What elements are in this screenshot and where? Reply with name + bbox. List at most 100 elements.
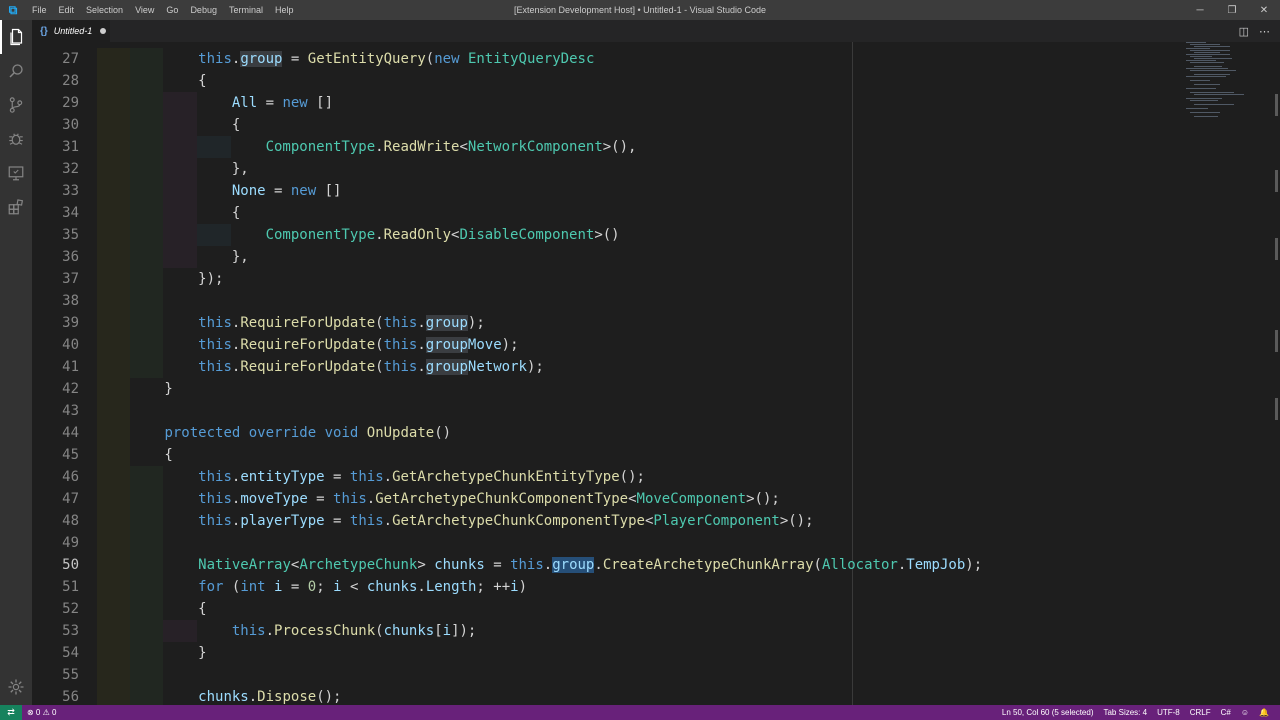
code-text[interactable]: {: [97, 202, 240, 224]
more-actions-icon[interactable]: ⋯: [1259, 25, 1270, 38]
code-line[interactable]: 34 {: [32, 202, 1192, 224]
code-text[interactable]: {: [97, 598, 206, 620]
code-text[interactable]: {: [97, 70, 206, 92]
code-text[interactable]: None = new []: [97, 180, 342, 202]
code-text[interactable]: this.RequireForUpdate(this.groupNetwork)…: [97, 356, 544, 378]
manage-button[interactable]: [0, 675, 32, 699]
code-line[interactable]: 43: [32, 400, 1192, 422]
code-text[interactable]: this.RequireForUpdate(this.group);: [97, 312, 485, 334]
code-text[interactable]: this.RequireForUpdate(this.groupMove);: [97, 334, 519, 356]
minimize-button[interactable]: ─: [1184, 0, 1216, 20]
line-number: 27: [62, 51, 79, 67]
split-editor-icon[interactable]: ◫: [1239, 25, 1249, 38]
code-text[interactable]: ComponentType.ReadOnly<DisableComponent>…: [97, 224, 620, 246]
line-number: 54: [62, 645, 79, 661]
menu-edit[interactable]: Edit: [53, 0, 81, 20]
code-line[interactable]: 46 this.entityType = this.GetArchetypeCh…: [32, 466, 1192, 488]
code-line[interactable]: 37 });: [32, 268, 1192, 290]
code-text[interactable]: },: [97, 246, 249, 268]
code-text[interactable]: [97, 664, 164, 686]
debug-button[interactable]: [0, 122, 32, 156]
code-line[interactable]: 48 this.playerType = this.GetArchetypeCh…: [32, 510, 1192, 532]
code-line[interactable]: 56 chunks.Dispose();: [32, 686, 1192, 705]
code-text[interactable]: All = new []: [97, 92, 333, 114]
code-text[interactable]: {: [97, 114, 240, 136]
code-text[interactable]: this.entityType = this.GetArchetypeChunk…: [97, 466, 645, 488]
code-text[interactable]: ComponentType.ReadWrite<NetworkComponent…: [97, 136, 637, 158]
code-text[interactable]: [97, 532, 164, 554]
unsaved-dot-icon[interactable]: [100, 28, 107, 34]
code-text[interactable]: }: [97, 378, 172, 400]
code-text[interactable]: },: [97, 158, 249, 180]
encoding[interactable]: UTF-8: [1152, 705, 1185, 720]
menu-debug[interactable]: Debug: [184, 0, 223, 20]
code-line[interactable]: 52 {: [32, 598, 1192, 620]
line-number: 49: [62, 535, 79, 551]
maximize-button[interactable]: ❐: [1216, 0, 1248, 20]
search-button[interactable]: [0, 54, 32, 88]
language-mode[interactable]: C#: [1216, 705, 1236, 720]
close-button[interactable]: ✕: [1248, 0, 1280, 20]
code-line[interactable]: 55: [32, 664, 1192, 686]
code-line[interactable]: 28 {: [32, 70, 1192, 92]
code-text[interactable]: this.ProcessChunk(chunks[i]);: [97, 620, 477, 642]
source-control-button[interactable]: [0, 88, 32, 122]
code-line[interactable]: 33 None = new []: [32, 180, 1192, 202]
remote-explorer-button[interactable]: [0, 156, 32, 190]
cursor-position[interactable]: Ln 50, Col 60 (5 selected): [997, 705, 1099, 720]
menu-view[interactable]: View: [129, 0, 160, 20]
code-text[interactable]: });: [97, 268, 223, 290]
code-text[interactable]: [97, 400, 164, 422]
code-line[interactable]: 38: [32, 290, 1192, 312]
code-line[interactable]: 29 All = new []: [32, 92, 1192, 114]
feedback-icon[interactable]: ☺: [1236, 705, 1254, 720]
code-line[interactable]: 51 for (int i = 0; i < chunks.Length; ++…: [32, 576, 1192, 598]
line-ending[interactable]: CRLF: [1185, 705, 1216, 720]
menu-help[interactable]: Help: [269, 0, 300, 20]
code-line[interactable]: 42 }: [32, 378, 1192, 400]
code-text[interactable]: [97, 290, 164, 312]
code-line[interactable]: 40 this.RequireForUpdate(this.groupMove)…: [32, 334, 1192, 356]
code-line[interactable]: 32 },: [32, 158, 1192, 180]
code-text[interactable]: NativeArray<ArchetypeChunk> chunks = thi…: [97, 554, 982, 576]
code-line[interactable]: 30 {: [32, 114, 1192, 136]
remote-indicator-icon[interactable]: ⇄: [0, 705, 22, 720]
code-text[interactable]: protected override void OnUpdate(): [97, 422, 451, 444]
code-editor[interactable]: 27 this.group = GetEntityQuery(new Entit…: [32, 42, 1280, 705]
code-line[interactable]: 50 NativeArray<ArchetypeChunk> chunks = …: [32, 554, 1192, 576]
code-line[interactable]: 35 ComponentType.ReadOnly<DisableCompone…: [32, 224, 1192, 246]
code-line[interactable]: 44 protected override void OnUpdate(): [32, 422, 1192, 444]
minimap-line: [1194, 52, 1220, 53]
code-text[interactable]: for (int i = 0; i < chunks.Length; ++i): [97, 576, 527, 598]
code-line[interactable]: 41 this.RequireForUpdate(this.groupNetwo…: [32, 356, 1192, 378]
line-number: 56: [62, 689, 79, 705]
code-line[interactable]: 53 this.ProcessChunk(chunks[i]);: [32, 620, 1192, 642]
code-line[interactable]: 54 }: [32, 642, 1192, 664]
tab-untitled-1[interactable]: {} Untitled-1: [32, 20, 110, 42]
notifications-icon[interactable]: 🔔: [1254, 705, 1274, 720]
code-text[interactable]: {: [97, 444, 172, 466]
code-text[interactable]: }: [97, 642, 206, 664]
vertical-scrollbar[interactable]: [1272, 42, 1280, 705]
code-text[interactable]: this.moveType = this.GetArchetypeChunkCo…: [97, 488, 780, 510]
code-text[interactable]: this.playerType = this.GetArchetypeChunk…: [97, 510, 813, 532]
explorer-button[interactable]: [0, 20, 32, 54]
minimap[interactable]: [1186, 42, 1266, 162]
code-text[interactable]: this.group = GetEntityQuery(new EntityQu…: [97, 48, 594, 70]
tab-size[interactable]: Tab Sizes: 4: [1098, 705, 1152, 720]
code-line[interactable]: 31 ComponentType.ReadWrite<NetworkCompon…: [32, 136, 1192, 158]
menu-file[interactable]: File: [26, 0, 53, 20]
code-line[interactable]: 39 this.RequireForUpdate(this.group);: [32, 312, 1192, 334]
code-line[interactable]: 36 },: [32, 246, 1192, 268]
menu-selection[interactable]: Selection: [80, 0, 129, 20]
extensions-button[interactable]: [0, 190, 32, 224]
menu-go[interactable]: Go: [160, 0, 184, 20]
line-number: 37: [62, 271, 79, 287]
code-line[interactable]: 49: [32, 532, 1192, 554]
code-line[interactable]: 27 this.group = GetEntityQuery(new Entit…: [32, 48, 1192, 70]
code-text[interactable]: chunks.Dispose();: [97, 686, 341, 705]
problems-indicator[interactable]: ⊗ 0 ⚠ 0: [22, 705, 61, 720]
menu-terminal[interactable]: Terminal: [223, 0, 269, 20]
code-line[interactable]: 47 this.moveType = this.GetArchetypeChun…: [32, 488, 1192, 510]
code-line[interactable]: 45 {: [32, 444, 1192, 466]
